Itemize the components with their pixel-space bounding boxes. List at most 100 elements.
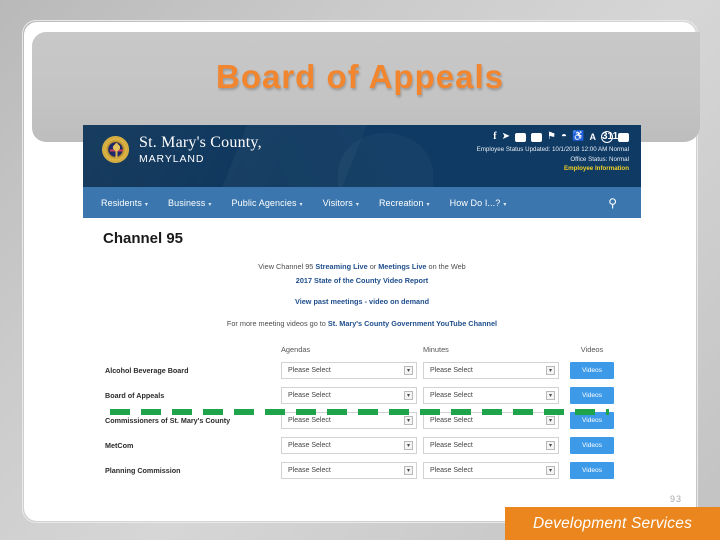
jobs-briefcase-icon[interactable]: ▤ (618, 132, 629, 142)
intro-links-block: View Channel 95 Streaming Live or Meetin… (83, 260, 641, 331)
videos-button-metcom[interactable]: Videos (570, 437, 614, 455)
chevron-down-icon: ▾ (546, 366, 555, 376)
minutes-select-cell: Please Select ▾ (423, 462, 565, 480)
site-brand[interactable]: St. Mary's County, MARYLAND (102, 134, 262, 165)
nav-label-visitors: Visitors (322, 197, 353, 208)
header-right: f ➤ ▶ ∷ ⚑ ◓ ♿ A 311 ▤ Employee Status Up… (477, 131, 629, 174)
minutes-select-metcom[interactable]: Please Select ▾ (423, 437, 559, 455)
select-value: Please Select (288, 417, 331, 425)
agenda-select-cell: Please Select ▾ (281, 462, 423, 480)
rss-icon[interactable]: ◓ (561, 132, 567, 142)
select-value: Please Select (430, 417, 473, 425)
site-nav: Residents ▾ Business ▾ Public Agencies ▾ Vi… (83, 187, 641, 218)
footer-bar: Development Services (505, 507, 720, 540)
chevron-down-icon: ▾ (299, 201, 303, 208)
agenda-select-cell: Please Select ▾ (281, 387, 423, 405)
intro-line-4-pre: For more meeting videos go to (226, 318, 328, 328)
intro-line-4: For more meeting videos go to St. Mary's… (83, 317, 641, 331)
search-icon[interactable]: ⚲ (608, 196, 617, 210)
brand-line-1: St. Mary's County, (139, 134, 262, 151)
intro-line-1-pre: View Channel 95 (258, 262, 316, 271)
browser-screenshot: St. Mary's County, MARYLAND f ➤ ▶ ∷ ⚑ ◓ … (83, 125, 641, 497)
page-content: Channel 95 View Channel 95 Streaming Liv… (83, 218, 641, 497)
chevron-down-icon: ▾ (404, 466, 413, 476)
agenda-select-cell: Please Select ▾ (281, 437, 423, 455)
row-label-metcom: MetCom (105, 441, 134, 451)
agenda-select-metcom[interactable]: Please Select ▾ (281, 437, 417, 455)
page-title: Board of Appeals (216, 58, 504, 95)
agenda-select-board-of-appeals[interactable]: Please Select ▾ (281, 387, 417, 405)
nav-item-recreation[interactable]: Recreation ▾ (379, 198, 430, 208)
chevron-down-icon: ▾ (546, 391, 555, 401)
chevron-down-icon: ▾ (404, 366, 413, 376)
intro-line-1-post: on the Web (426, 262, 466, 271)
county-seal-icon (102, 136, 129, 164)
minutes-select-planning-commission[interactable]: Please Select ▾ (423, 462, 559, 480)
nav-label-business: Business (168, 197, 206, 208)
videos-cell: Videos (565, 387, 619, 405)
minutes-select-cell: Please Select ▾ (423, 387, 565, 405)
videos-cell: Videos (565, 437, 619, 455)
chevron-down-icon: ▾ (546, 416, 555, 426)
nav-item-how-do-i[interactable]: How Do I...? ▾ (450, 198, 507, 208)
meetings-live-link[interactable]: Meetings Live (378, 262, 426, 271)
table-header-minutes: Minutes (423, 344, 449, 354)
employee-status-text: Employee Status Updated: 10/1/2018 12:00… (476, 146, 629, 153)
table-header-agendas: Agendas (281, 344, 311, 354)
nav-item-visitors[interactable]: Visitors ▾ (323, 198, 359, 208)
youtube-channel-link[interactable]: St. Mary's County Government YouTube Cha… (328, 319, 497, 328)
view-past-meetings-link[interactable]: View past meetings - video on demand (83, 295, 641, 309)
select-value: Please Select (430, 442, 473, 450)
table-row: Board of Appeals Please Select ▾ Please … (105, 384, 619, 408)
intro-line-1-mid: or (367, 262, 379, 271)
nav-label-how-do-i: How Do I...? (449, 197, 501, 208)
streaming-live-link[interactable]: Streaming Live (315, 262, 367, 271)
minutes-select-alcohol-beverage-board[interactable]: Please Select ▾ (423, 362, 559, 380)
text-size-icon[interactable]: A (590, 132, 597, 142)
minutes-select-cell: Please Select ▾ (423, 437, 565, 455)
office-status-text: Office Status: Normal (570, 155, 629, 163)
select-value: Please Select (288, 442, 331, 450)
select-value: Please Select (430, 392, 473, 400)
nav-item-residents[interactable]: Residents ▾ (101, 198, 148, 208)
select-value: Please Select (430, 367, 473, 375)
employee-information-link[interactable]: Employee Information (477, 164, 629, 174)
videos-button-planning-commission[interactable]: Videos (570, 462, 614, 480)
social-icon-row: f ➤ ▶ ∷ ⚑ ◓ ♿ A 311 ▤ (477, 131, 629, 143)
nav-item-public-agencies[interactable]: Public Agencies ▾ (232, 198, 303, 208)
chevron-down-icon: ▾ (404, 391, 413, 401)
nav-label-residents: Residents (101, 197, 142, 208)
chevron-down-icon: ▾ (355, 201, 359, 208)
videos-button-board-of-appeals[interactable]: Videos (570, 387, 614, 405)
chevron-down-icon: ▾ (426, 201, 430, 208)
content-heading: Channel 95 (103, 230, 184, 247)
row-label-planning-commission: Planning Commission (105, 466, 181, 476)
minutes-select-board-of-appeals[interactable]: Please Select ▾ (423, 387, 559, 405)
select-value: Please Select (288, 392, 331, 400)
site-header: St. Mary's County, MARYLAND f ➤ ▶ ∷ ⚑ ◓ … (83, 125, 641, 187)
row-label-alcohol-beverage-board: Alcohol Beverage Board (105, 366, 189, 376)
youtube-icon[interactable]: ▶ (515, 132, 527, 142)
row-label-commissioners: Commissioners of St. Mary's County (105, 416, 231, 426)
table-header-spacer (105, 345, 281, 354)
brand-line-2: MARYLAND (139, 152, 205, 165)
green-dashed-annotation (110, 409, 609, 415)
nav-item-business[interactable]: Business ▾ (168, 198, 211, 208)
311-icon[interactable]: 311 (601, 131, 618, 143)
agenda-select-alcohol-beverage-board[interactable]: Please Select ▾ (281, 362, 417, 380)
facebook-icon[interactable]: f (493, 132, 496, 142)
state-of-county-report-link[interactable]: 2017 State of the County Video Report (83, 274, 641, 288)
agenda-select-cell: Please Select ▾ (281, 362, 423, 380)
intro-line-1: View Channel 95 Streaming Live or Meetin… (83, 260, 641, 274)
agenda-select-planning-commission[interactable]: Please Select ▾ (281, 462, 417, 480)
twitter-icon[interactable]: ➤ (502, 132, 510, 142)
nav-label-public-agencies: Public Agencies (231, 197, 297, 208)
chevron-down-icon: ▾ (144, 201, 149, 208)
accessibility-icon[interactable]: ♿ (572, 132, 584, 142)
flag-icon[interactable]: ⚑ (547, 132, 556, 142)
videos-button-alcohol-beverage-board[interactable]: Videos (570, 362, 614, 380)
minutes-select-cell: Please Select ▾ (423, 362, 565, 380)
flickr-icon[interactable]: ∷ (531, 132, 543, 142)
table-row: MetCom Please Select ▾ Please Select ▾ V… (105, 434, 619, 458)
